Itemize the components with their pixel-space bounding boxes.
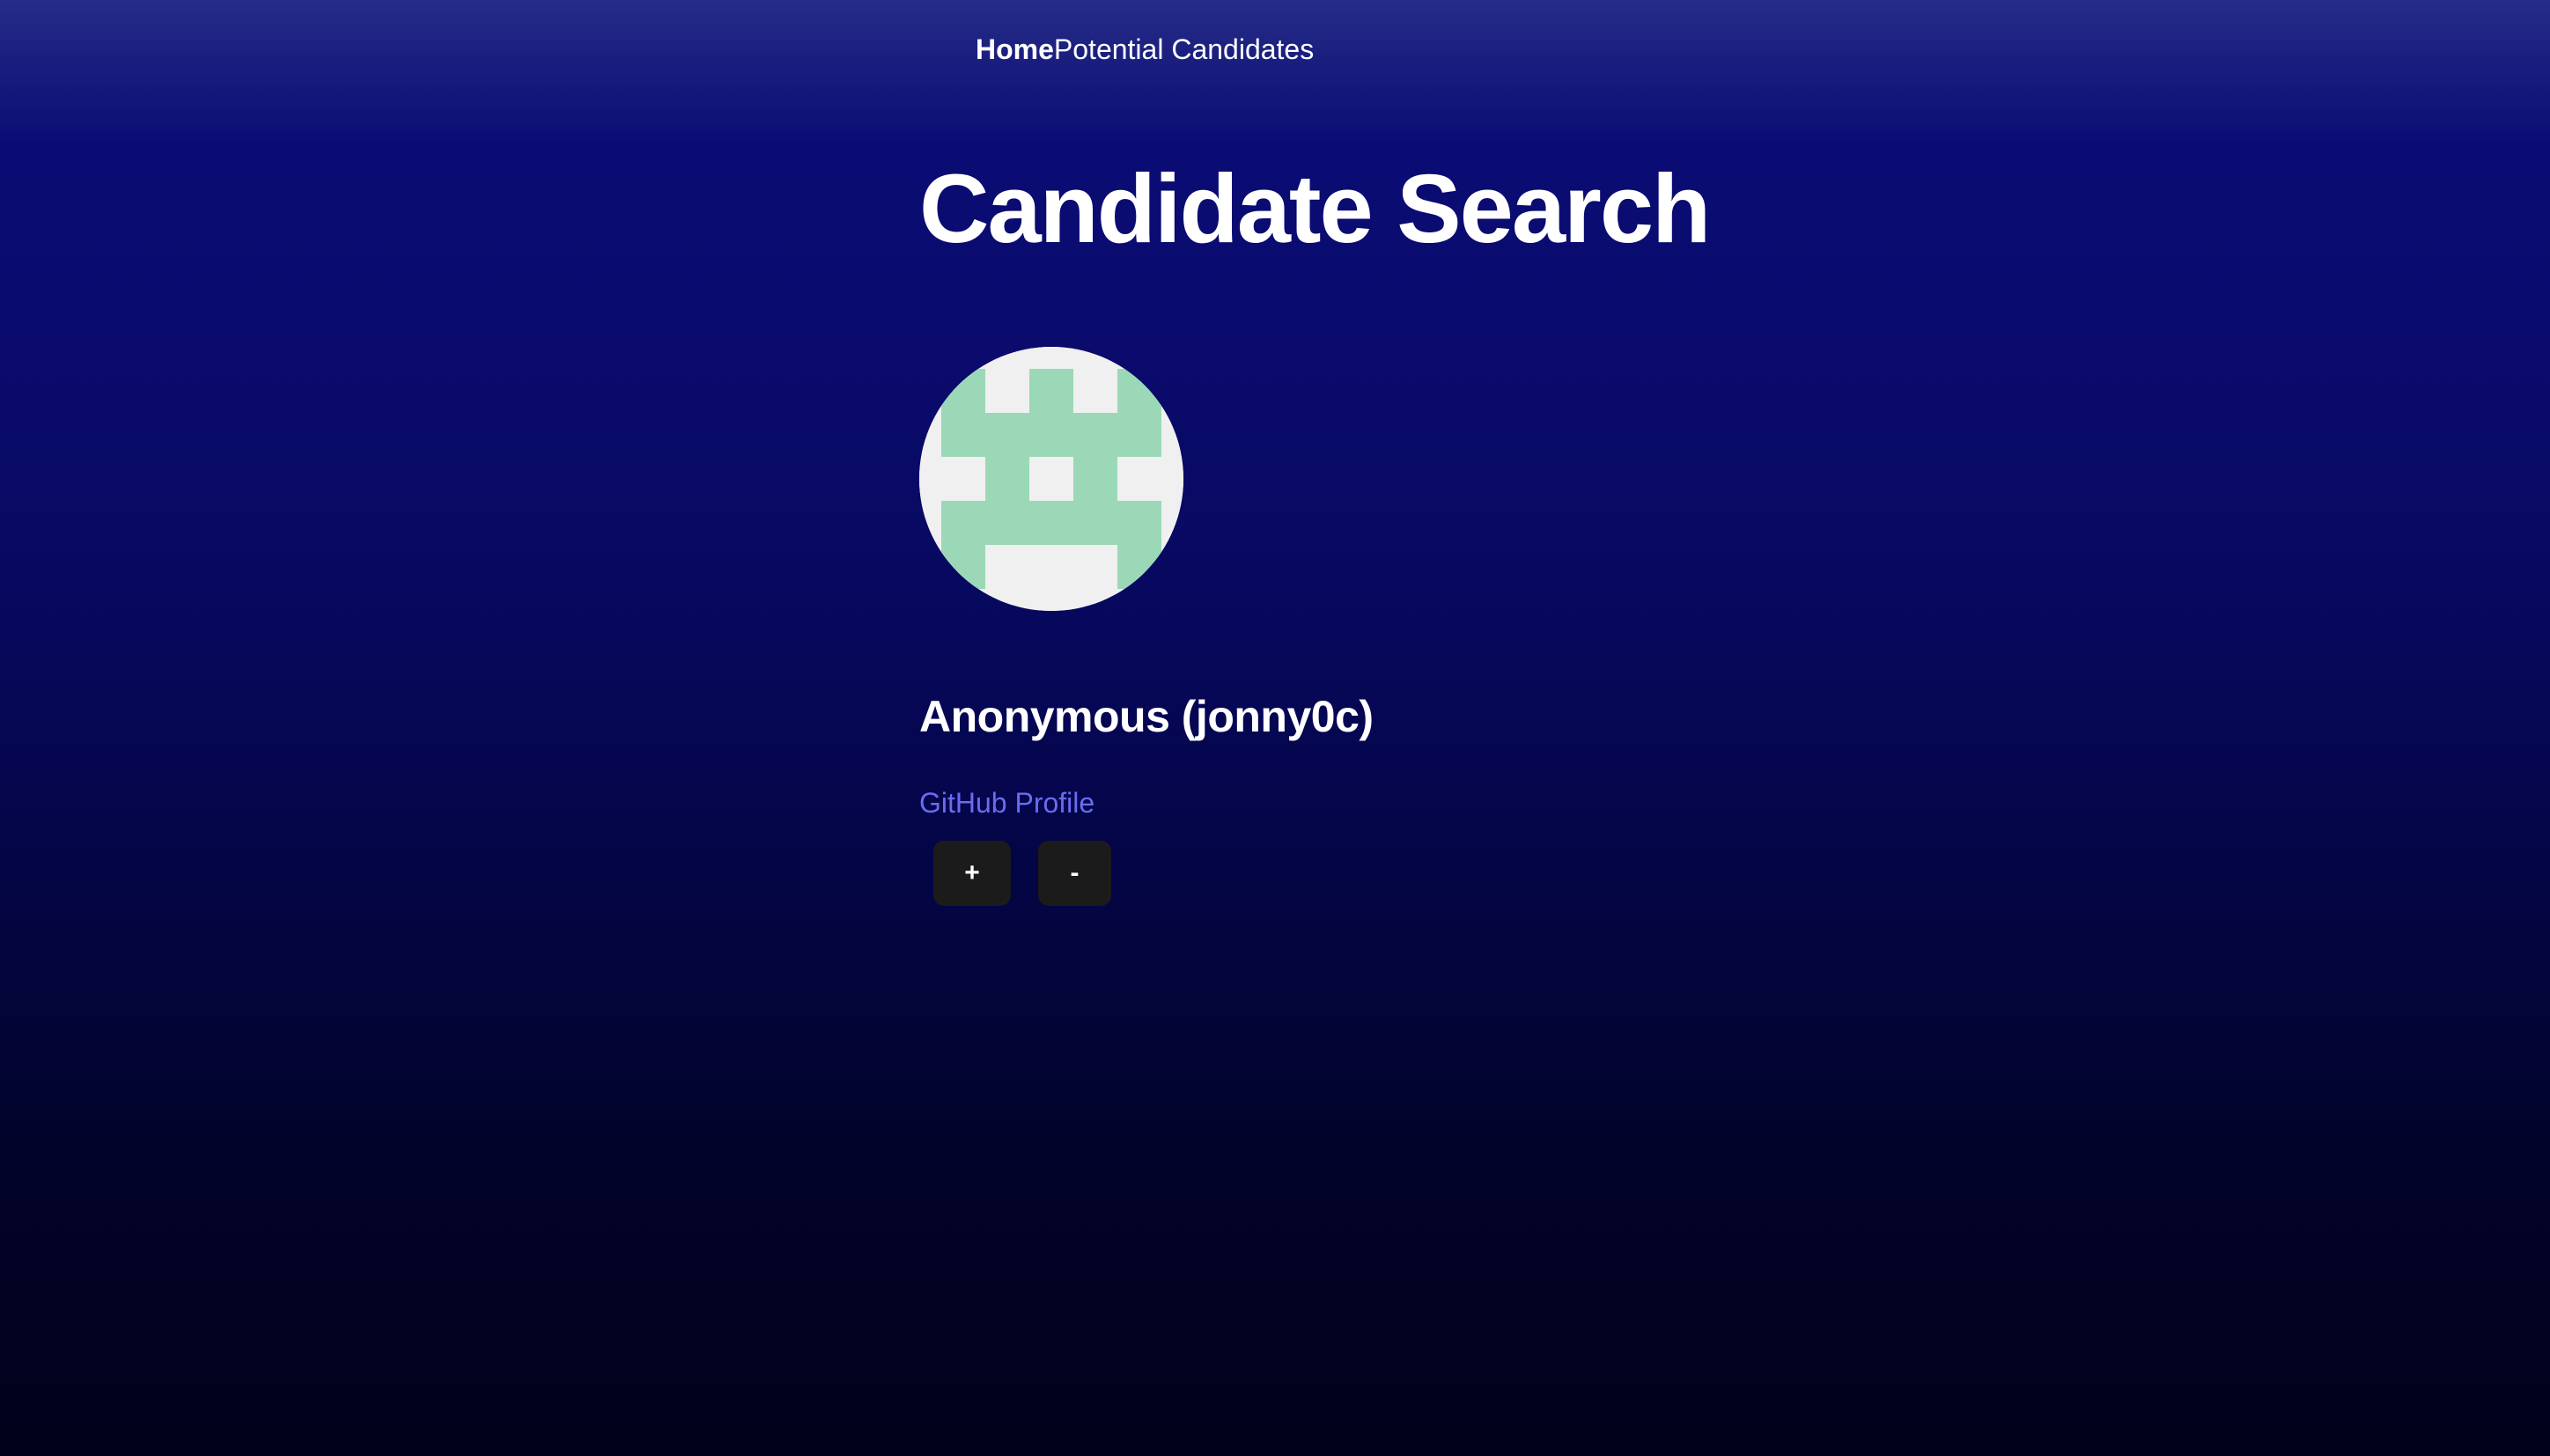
github-profile-link[interactable]: GitHub Profile [919,783,1094,822]
candidate-name: Anonymous (jonny0c) [919,692,1374,741]
nav-link-home[interactable]: Home [976,30,1054,69]
skip-candidate-button[interactable]: - [1038,841,1111,906]
top-nav: Home Potential Candidates [976,30,1314,69]
identicon-avatar-icon [919,347,1183,611]
page-title: Candidate Search [919,155,1711,263]
candidate-avatar [919,347,1183,611]
add-candidate-button[interactable]: + [933,841,1011,906]
nav-link-potential-candidates[interactable]: Potential Candidates [1054,30,1314,69]
